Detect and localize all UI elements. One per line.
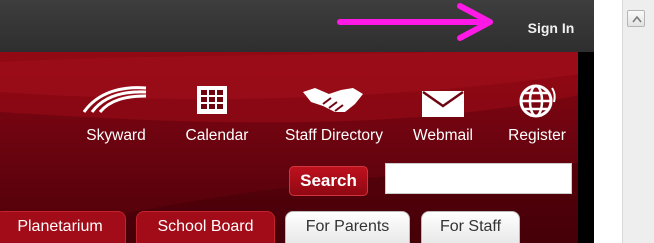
calendar-link[interactable]: Calendar: [178, 82, 256, 150]
banner-edge: [578, 52, 594, 243]
vertical-scrollbar[interactable]: [622, 0, 654, 243]
sign-in-link[interactable]: Sign In: [516, 17, 586, 39]
tab-for-staff[interactable]: For Staff: [421, 211, 520, 243]
top-bar: [0, 0, 594, 52]
tab-for-parents[interactable]: For Parents: [285, 211, 410, 243]
tab-planetarium[interactable]: Planetarium: [0, 211, 126, 243]
tab-school-board[interactable]: School Board: [136, 211, 275, 243]
search-input[interactable]: [385, 163, 572, 194]
envelope-icon: [422, 90, 464, 117]
handshake-icon: [303, 88, 363, 112]
skyward-label: Skyward: [86, 127, 146, 144]
calendar-label: Calendar: [185, 127, 249, 144]
globe-icon: [519, 84, 556, 118]
skyward-link[interactable]: Skyward: [76, 82, 156, 150]
skyward-icon: [82, 86, 147, 114]
chevron-up-icon: [632, 15, 642, 23]
staff-directory-link[interactable]: Staff Directory: [277, 82, 391, 150]
staff-directory-label: Staff Directory: [285, 127, 383, 144]
webmail-link[interactable]: Webmail: [407, 82, 479, 150]
webmail-label: Webmail: [412, 127, 473, 144]
register-link[interactable]: Register: [505, 82, 569, 150]
calendar-icon: [197, 86, 227, 114]
site-header: Sign In Skyward Calendar Staff Directory…: [0, 0, 594, 243]
search-button[interactable]: Search: [289, 166, 368, 196]
scroll-up-button[interactable]: [627, 10, 645, 27]
register-label: Register: [508, 127, 566, 144]
